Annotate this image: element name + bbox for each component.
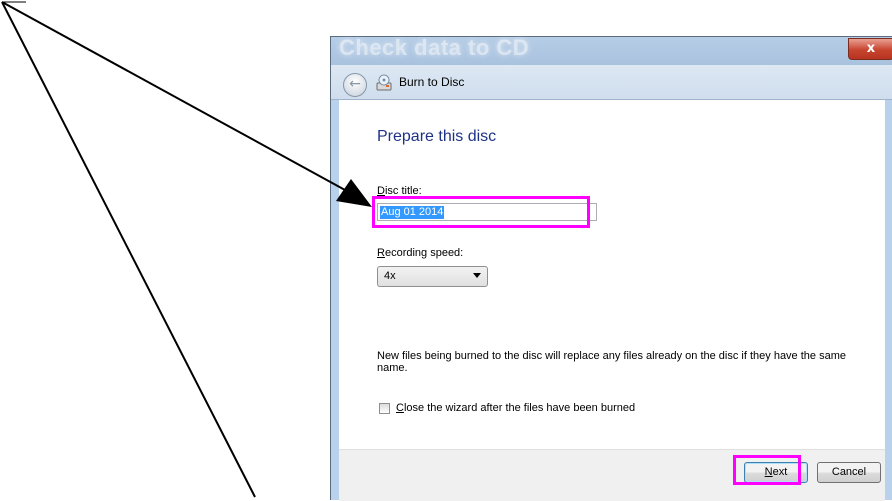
pointer-line [1,1,256,498]
annotation-arrows [1,1,372,498]
pointer-line [1,1,346,191]
arrowhead-icon [336,179,372,207]
